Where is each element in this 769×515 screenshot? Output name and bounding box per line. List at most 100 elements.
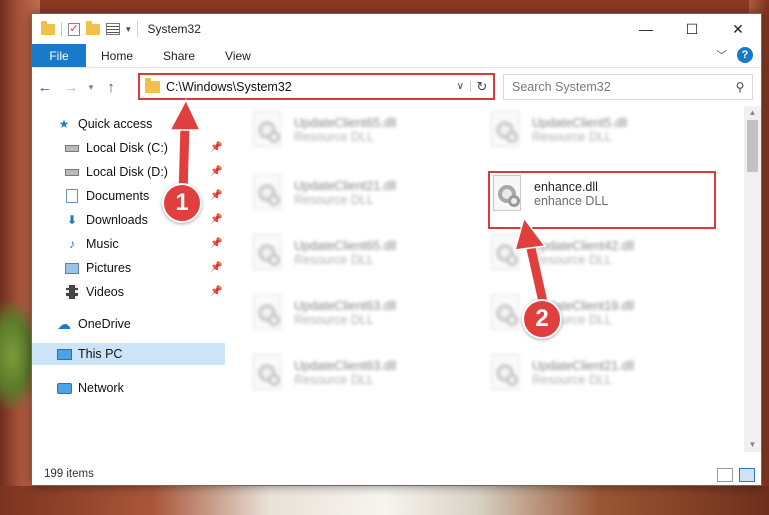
file-name: UpdateClient63.dll [294,299,397,313]
film-icon [64,285,80,299]
close-button[interactable]: ✕ [715,14,761,44]
sidebar-item-this-pc[interactable]: This PC [56,343,122,365]
properties-check-icon[interactable]: ✓ [68,22,80,36]
sidebar-item-local-disk-d[interactable]: Local Disk (D:) [64,161,168,183]
sidebar-item-label: This PC [78,347,123,361]
scrollbar-thumb[interactable] [747,120,758,172]
search-box[interactable]: ⚲ [503,74,753,100]
file-item[interactable]: UpdateClient5.dll Resource DLL [488,108,708,152]
dll-file-icon [488,234,522,272]
dll-file-icon [250,294,284,332]
pin-icon[interactable]: 📌 [210,190,222,201]
sidebar-item-label: Videos [86,285,124,299]
pictures-icon [64,261,80,275]
expand-ribbon-chevron-icon[interactable]: ﹀ [716,47,727,63]
address-bar[interactable]: C:\Windows\System32 ∨ ↻ [138,73,495,100]
forward-arrow-icon[interactable]: → [58,79,84,96]
file-item[interactable]: UpdateClient65.dll Resource DLL [250,108,470,152]
refresh-icon[interactable]: ↻ [471,79,493,95]
sidebar-item-label: Network [78,381,124,395]
sidebar-item-local-disk-c[interactable]: Local Disk (C:) [64,137,168,159]
sidebar-item-onedrive[interactable]: ☁ OneDrive [56,313,131,335]
file-item[interactable]: UpdateClient63.dll Resource DLL [250,351,470,395]
file-type: Resource DLL [294,130,374,144]
address-path[interactable]: C:\Windows\System32 [166,80,451,94]
file-type: Resource DLL [532,130,612,144]
file-name: UpdateClient42.dll [532,239,635,253]
dll-file-icon [488,294,522,332]
tab-file[interactable]: File [32,44,86,67]
tab-view[interactable]: View [210,44,266,67]
step-2-badge: 2 [522,299,562,339]
sidebar-item-quick-access[interactable]: ★ Quick access [56,113,153,135]
window-title: System32 [147,22,201,36]
details-view-icon[interactable] [717,468,733,482]
sidebar-item-label: Downloads [86,213,148,227]
title-bar: ✓ ▾ System32 — ☐ ✕ [32,14,761,44]
pin-icon[interactable]: 📌 [210,238,222,249]
back-arrow-icon[interactable]: ← [32,79,58,96]
pin-icon[interactable]: 📌 [210,286,222,297]
file-item[interactable]: UpdateClient19.dll Resource DLL [488,291,708,335]
enhance-dll-highlight-box [488,171,716,229]
maximize-button[interactable]: ☐ [669,14,715,44]
tab-share[interactable]: Share [148,44,210,67]
pin-icon[interactable]: 📌 [210,166,222,177]
file-name: UpdateClient65.dll [294,116,397,130]
network-icon [56,381,72,395]
properties-icon[interactable] [106,23,120,35]
star-icon: ★ [58,117,70,131]
tab-home[interactable]: Home [86,44,148,67]
sidebar-item-label: Music [86,237,119,251]
music-note-icon: ♪ [69,237,75,251]
item-count: 199 items [44,468,94,480]
recent-locations-chevron-icon[interactable]: ▾ [84,82,98,93]
folder-icon [41,20,55,35]
large-icons-view-icon[interactable] [739,468,755,482]
sidebar-item-network[interactable]: Network [56,377,124,399]
file-type: Resource DLL [294,373,374,387]
monitor-icon [56,347,72,361]
help-icon[interactable]: ? [737,47,753,63]
title-divider [136,21,138,37]
window-controls: — ☐ ✕ [623,14,761,44]
sidebar-item-pictures[interactable]: Pictures [64,257,131,279]
sidebar-item-documents[interactable]: Documents [64,185,149,207]
download-arrow-icon: ⬇ [66,213,78,227]
file-item[interactable]: UpdateClient65.dll Resource DLL [250,231,470,275]
sidebar-item-videos[interactable]: Videos [64,281,124,303]
file-explorer-window: ✓ ▾ System32 — ☐ ✕ File Home Share View … [31,13,762,486]
cloud-icon: ☁ [57,315,71,332]
dll-file-icon [250,111,284,149]
pin-icon[interactable]: 📌 [210,142,222,153]
documents-icon [64,189,80,203]
customize-toolbar-chevron-icon[interactable]: ▾ [126,24,131,35]
minimize-button[interactable]: — [623,14,669,44]
sidebar-item-label: Local Disk (C:) [86,141,168,155]
vertical-scrollbar[interactable]: ▲ ▼ [744,106,761,452]
search-icon[interactable]: ⚲ [728,80,752,94]
file-name: UpdateClient21.dll [294,179,397,193]
pin-icon[interactable]: 📌 [210,262,222,273]
drive-icon [64,165,80,179]
file-item[interactable]: UpdateClient63.dll Resource DLL [250,291,470,335]
file-item[interactable]: UpdateClient21.dll Resource DLL [250,171,470,215]
drive-icon [64,141,80,155]
pin-icon[interactable]: 📌 [210,214,222,225]
up-arrow-icon[interactable]: ↑ [98,79,124,96]
navigation-pane: ★ Quick access Local Disk (C:) 📌 Local D… [32,106,225,452]
dll-file-icon [250,234,284,272]
search-input[interactable] [512,80,728,94]
file-item[interactable]: UpdateClient42.dll Resource DLL [488,231,708,275]
file-type: Resource DLL [532,373,612,387]
sidebar-item-label: Pictures [86,261,132,275]
scroll-down-arrow-icon[interactable]: ▼ [744,438,761,452]
sidebar-item-downloads[interactable]: ⬇ Downloads [64,209,148,231]
folder-icon [145,77,160,93]
sidebar-item-music[interactable]: ♪ Music [64,233,119,255]
new-folder-icon[interactable] [86,20,100,35]
address-history-chevron-icon[interactable]: ∨ [451,81,471,92]
view-toggle-buttons [717,468,755,482]
file-item[interactable]: UpdateClient21.dll Resource DLL [488,351,708,395]
scroll-up-arrow-icon[interactable]: ▲ [744,106,761,120]
